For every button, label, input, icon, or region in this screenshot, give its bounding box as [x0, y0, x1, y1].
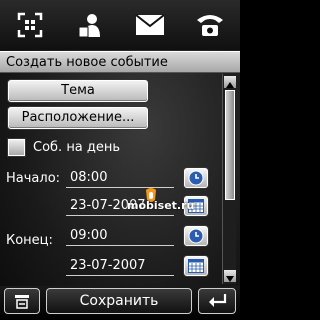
- save-button[interactable]: Сохранить: [46, 288, 192, 314]
- end-label: Конец:: [6, 233, 53, 248]
- scan-icon: [17, 12, 43, 38]
- tab-messages[interactable]: [128, 6, 172, 44]
- menu-button[interactable]: [4, 288, 40, 314]
- all-day-checkbox[interactable]: [8, 139, 25, 156]
- tab-bar: [0, 0, 240, 50]
- clock-icon: [188, 170, 204, 186]
- scroll-up-arrow[interactable]: [224, 76, 236, 88]
- envelope-icon: [135, 14, 165, 35]
- end-date-button[interactable]: [184, 256, 208, 276]
- phone-icon: [197, 15, 223, 36]
- start-time-field[interactable]: 08:00: [66, 168, 174, 188]
- watermark-text: mobiset.ru: [127, 199, 195, 212]
- location-button[interactable]: Расположение...: [8, 107, 148, 129]
- subject-button[interactable]: Тема: [8, 80, 148, 102]
- back-button[interactable]: [198, 288, 236, 314]
- end-time-button[interactable]: [184, 226, 208, 246]
- scroll-thumb[interactable]: [225, 90, 235, 200]
- end-time-field[interactable]: 09:00: [66, 226, 174, 246]
- all-day-label: Соб. на день: [33, 140, 121, 155]
- page-title: Создать новое событие: [0, 51, 240, 73]
- calendar-icon: [188, 259, 204, 273]
- scrollbar[interactable]: [222, 74, 236, 284]
- clock-icon: [188, 228, 204, 244]
- end-date-field[interactable]: 23-07-2007: [66, 256, 174, 276]
- return-arrow-icon: [209, 294, 227, 307]
- contacts-icon: [78, 14, 100, 38]
- tab-scan[interactable]: [8, 6, 52, 44]
- bottom-bar: Сохранить: [0, 286, 240, 320]
- menu-icon: [15, 295, 29, 309]
- scroll-down-arrow[interactable]: [224, 270, 236, 282]
- start-label: Начало:: [6, 171, 61, 186]
- tab-phone[interactable]: [188, 6, 232, 44]
- tab-contacts[interactable]: [68, 6, 112, 44]
- screen: Создать новое событие Тема Расположение.…: [0, 0, 240, 320]
- start-time-button[interactable]: [184, 168, 208, 188]
- triangle-down-icon: [226, 276, 234, 282]
